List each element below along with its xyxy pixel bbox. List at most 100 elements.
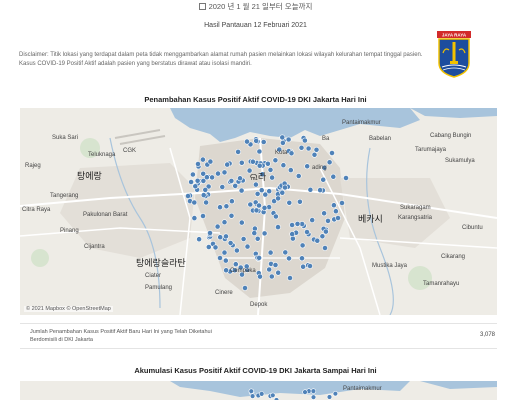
case-marker[interactable] — [259, 391, 265, 397]
case-marker[interactable] — [200, 213, 206, 219]
case-marker[interactable] — [326, 159, 333, 166]
case-marker[interactable] — [262, 191, 269, 198]
case-marker[interactable] — [313, 146, 320, 153]
case-marker[interactable] — [221, 219, 228, 226]
case-marker[interactable] — [270, 392, 276, 398]
case-marker[interactable] — [304, 229, 310, 235]
case-marker[interactable] — [304, 163, 311, 170]
case-marker[interactable] — [267, 167, 274, 173]
case-marker[interactable] — [200, 192, 207, 198]
case-marker[interactable] — [189, 171, 196, 178]
case-marker[interactable] — [300, 263, 306, 270]
case-marker[interactable] — [256, 254, 262, 261]
case-marker[interactable] — [199, 156, 206, 163]
case-marker[interactable] — [261, 205, 268, 211]
case-marker[interactable] — [223, 203, 230, 210]
case-marker[interactable] — [256, 148, 263, 155]
case-marker[interactable] — [249, 158, 256, 165]
case-marker[interactable] — [227, 240, 234, 246]
case-marker[interactable] — [317, 187, 323, 193]
case-marker[interactable] — [217, 234, 224, 241]
case-marker[interactable] — [203, 199, 209, 206]
case-marker[interactable] — [217, 204, 223, 211]
case-marker[interactable] — [272, 157, 279, 164]
case-marker[interactable] — [254, 235, 261, 242]
case-marker[interactable] — [196, 236, 202, 243]
case-marker[interactable] — [314, 237, 321, 244]
case-marker[interactable] — [258, 187, 265, 194]
case-marker[interactable] — [256, 162, 263, 169]
case-marker[interactable] — [203, 174, 210, 181]
case-marker[interactable] — [222, 257, 229, 264]
case-marker[interactable] — [192, 183, 199, 190]
case-marker[interactable] — [279, 134, 286, 141]
case-marker[interactable] — [339, 200, 345, 206]
case-marker[interactable] — [242, 285, 248, 291]
case-marker[interactable] — [307, 263, 313, 269]
case-marker[interactable] — [296, 198, 303, 205]
case-marker[interactable] — [280, 162, 287, 169]
case-marker[interactable] — [219, 184, 226, 190]
case-marker[interactable] — [217, 255, 223, 261]
case-marker[interactable] — [329, 150, 335, 156]
case-marker[interactable] — [257, 273, 263, 280]
case-marker[interactable] — [235, 149, 241, 155]
case-marker[interactable] — [275, 224, 281, 230]
case-marker[interactable] — [214, 223, 221, 230]
case-marker[interactable] — [244, 243, 251, 250]
case-marker[interactable] — [289, 231, 296, 237]
case-marker[interactable] — [228, 178, 235, 184]
case-marker[interactable] — [232, 183, 239, 189]
case-marker[interactable] — [282, 184, 288, 191]
case-marker[interactable] — [294, 221, 301, 227]
case-marker[interactable] — [209, 174, 215, 181]
case-marker[interactable] — [191, 215, 198, 221]
case-marker[interactable] — [221, 169, 228, 176]
case-marker[interactable] — [260, 139, 267, 145]
case-marker[interactable] — [205, 244, 212, 250]
case-marker[interactable] — [267, 249, 274, 256]
case-marker[interactable] — [256, 202, 262, 209]
case-marker[interactable] — [244, 138, 250, 145]
case-marker[interactable] — [266, 266, 273, 273]
case-marker[interactable] — [194, 177, 201, 184]
case-marker[interactable] — [287, 275, 293, 281]
case-marker[interactable] — [275, 195, 281, 202]
case-map-cumulative[interactable]: Pantaimakmur — [20, 381, 497, 400]
case-marker[interactable] — [322, 228, 329, 235]
case-marker[interactable] — [195, 161, 201, 167]
map-attribution[interactable]: © 2021 Mapbox © OpenStreetMap — [24, 306, 113, 312]
case-marker[interactable] — [279, 189, 286, 196]
case-marker[interactable] — [307, 186, 314, 193]
case-marker[interactable] — [188, 179, 194, 185]
case-marker[interactable] — [325, 218, 331, 224]
case-marker[interactable] — [295, 173, 302, 179]
case-marker[interactable] — [301, 137, 308, 144]
case-marker[interactable] — [268, 273, 275, 280]
case-marker[interactable] — [302, 389, 308, 395]
case-marker[interactable] — [228, 212, 235, 219]
case-marker[interactable] — [279, 140, 286, 146]
case-marker[interactable] — [272, 213, 279, 220]
case-marker[interactable] — [285, 136, 292, 143]
case-marker[interactable] — [185, 193, 191, 199]
case-marker[interactable] — [319, 233, 326, 240]
case-marker[interactable] — [335, 215, 341, 221]
case-marker[interactable] — [207, 230, 213, 236]
case-marker[interactable] — [254, 191, 261, 197]
case-marker[interactable] — [237, 175, 243, 182]
case-marker[interactable] — [311, 151, 318, 158]
case-marker[interactable] — [238, 187, 245, 194]
case-marker[interactable] — [233, 247, 240, 254]
case-marker[interactable] — [253, 207, 260, 214]
case-marker[interactable] — [282, 249, 289, 256]
case-marker[interactable] — [249, 393, 256, 399]
case-marker[interactable] — [261, 230, 268, 237]
case-marker[interactable] — [343, 175, 349, 181]
case-marker[interactable] — [238, 219, 245, 226]
case-marker[interactable] — [272, 262, 279, 268]
case-marker[interactable] — [305, 145, 312, 152]
case-marker[interactable] — [330, 173, 337, 180]
case-marker[interactable] — [240, 236, 247, 242]
case-marker[interactable] — [215, 170, 221, 177]
